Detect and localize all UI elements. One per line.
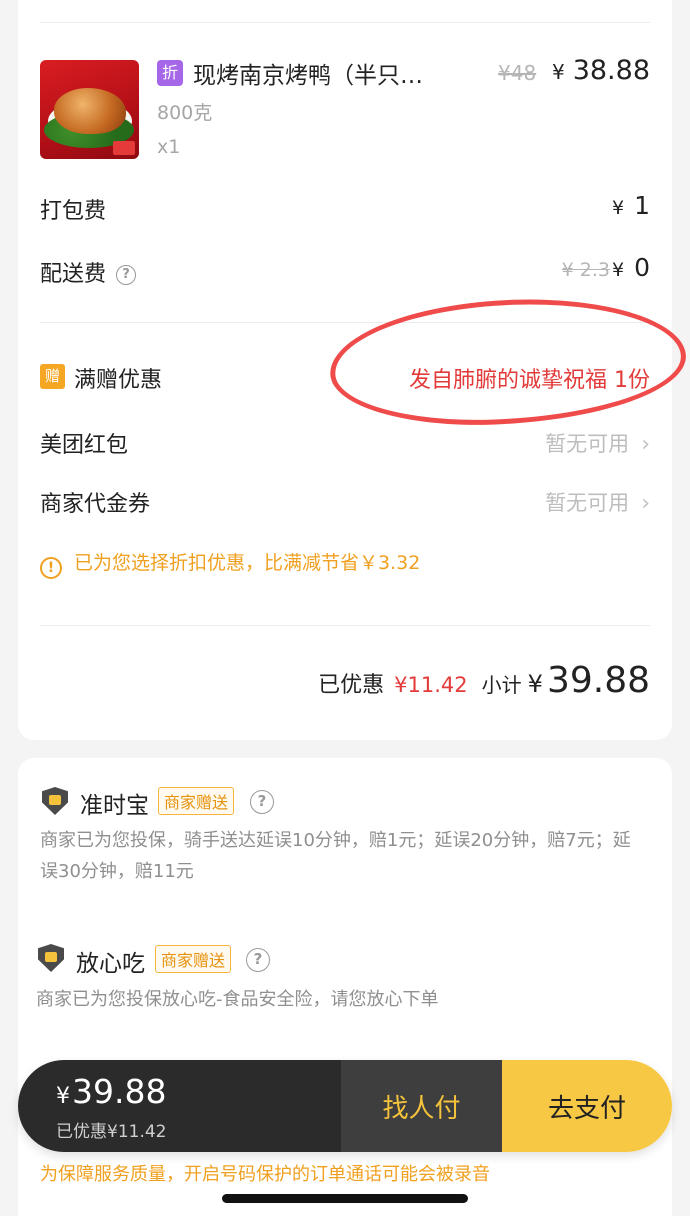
merchant-gift-tag: 商家赠送 [155, 945, 232, 973]
delivery-fee-original: ¥ 2.3 [561, 259, 610, 281]
delivery-fee-label-text: 配送费 [40, 262, 107, 287]
voucher-value: 暂无可用 [545, 491, 630, 515]
payment-amount-value: 39.88 [72, 1072, 167, 1111]
delivery-fee: ¥ 2.3 ¥0 [562, 253, 650, 282]
red-packet-label: 美团红包 [40, 433, 129, 458]
info-icon: ! [40, 557, 62, 579]
question-icon[interactable]: ? [246, 948, 270, 972]
currency-symbol: ¥ [551, 60, 565, 84]
product-original-price: ¥48 [498, 61, 537, 85]
call-recording-note: 为保障服务质量，开启号码保护的订单通话可能会被录音 [40, 1164, 490, 1185]
voucher-row[interactable]: 暂无可用 › [545, 487, 650, 517]
product-spec: 800克 [157, 102, 213, 124]
subtotal: ¥39.88 [528, 660, 650, 701]
currency-symbol: ¥ [612, 197, 625, 219]
pay-now-button[interactable]: 去支付 [502, 1060, 672, 1152]
roast-duck-shape [54, 88, 126, 134]
red-packet-value: 暂无可用 [545, 432, 630, 456]
subtotal-label: 小计 [481, 673, 522, 697]
currency-symbol: ¥ [527, 670, 543, 698]
divider [40, 625, 650, 626]
safe-eat-description: 商家已为您投保放心吃-食品安全险，请您放心下单 [36, 989, 439, 1010]
discount-tip: ! 已为您选择折扣优惠，比满减节省￥3.32 [40, 548, 420, 579]
product-price-value: 38.88 [572, 55, 650, 86]
subtotal-value: 39.88 [546, 660, 650, 701]
discount-badge: 折 [157, 60, 183, 86]
divider [40, 22, 650, 23]
friend-pay-button[interactable]: 找人付 [341, 1060, 502, 1152]
product-price: ¥38.88 [552, 55, 650, 86]
chevron-right-icon: › [641, 432, 650, 457]
discount-total-label: 已优惠 [318, 673, 385, 698]
packing-fee: ¥1 [612, 191, 650, 220]
brand-corner-mark [113, 141, 135, 155]
currency-symbol: ¥ [612, 259, 625, 281]
chevron-right-icon: › [641, 491, 650, 516]
question-icon[interactable]: ? [250, 790, 274, 814]
payment-amount: ¥39.88 [56, 1072, 166, 1111]
payment-bar: ¥39.88 已优惠¥11.42 找人付 去支付 [18, 1060, 672, 1152]
discount-tip-text: 已为您选择折扣优惠，比满减节省￥3.32 [74, 552, 421, 574]
payment-amount-panel: ¥39.88 已优惠¥11.42 [18, 1060, 341, 1152]
red-packet-row[interactable]: 暂无可用 › [545, 428, 650, 458]
gift-badge-icon: 赠 [40, 364, 65, 389]
packing-fee-value: 1 [634, 191, 650, 220]
ontime-title: 准时宝 [80, 793, 149, 819]
product-quantity: x1 [157, 136, 181, 158]
ontime-description: 商家已为您投保，骑手送达延误10分钟，赔1元；延误20分钟，赔7元；延误30分钟… [40, 830, 631, 882]
merchant-gift-tag: 商家赠送 [158, 787, 235, 815]
payment-saved: 已优惠¥11.42 [56, 1122, 167, 1142]
packing-fee-label: 打包费 [40, 199, 107, 224]
home-indicator [222, 1194, 468, 1203]
safe-eat-title: 放心吃 [76, 951, 145, 977]
voucher-label: 商家代金券 [40, 492, 151, 517]
order-summary: 已优惠 ¥11.42 小计 ¥39.88 [318, 660, 650, 701]
delivery-fee-label: 配送费? [40, 256, 137, 288]
currency-symbol: ¥ [56, 1084, 70, 1109]
product-image[interactable] [40, 60, 139, 159]
discount-total-value: ¥11.42 [394, 673, 468, 697]
product-name[interactable]: 现烤南京烤鸭（半只… [193, 56, 423, 90]
gift-promo-label: 满赠优惠 [74, 368, 163, 393]
delivery-fee-value: 0 [634, 253, 650, 282]
question-icon[interactable]: ? [116, 265, 137, 285]
